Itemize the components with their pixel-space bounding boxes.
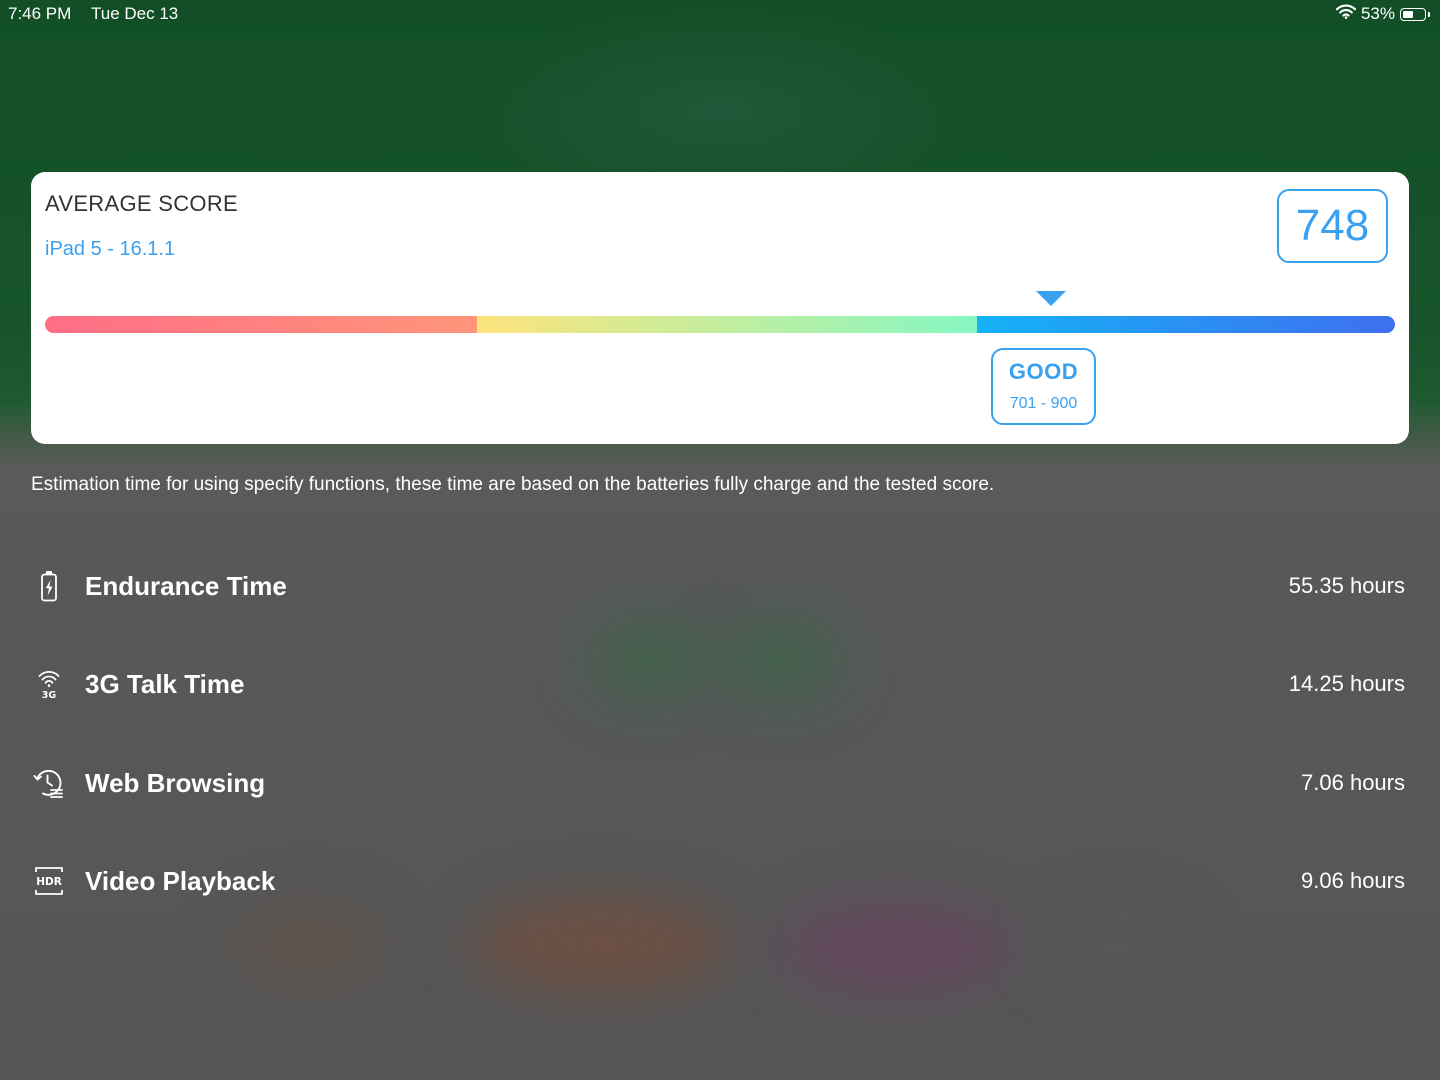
gauge-segment [45,316,477,333]
hdr-icon: HDR [31,863,67,899]
status-indicators: 53% [1335,4,1430,24]
metric-label: 3G Talk Time [85,669,245,699]
status-time: 7:46 PM [8,4,72,23]
metric-row-web-browsing[interactable]: Web Browsing 7.06 hours [31,765,1405,805]
status-date: Tue Dec 13 [91,4,179,23]
grade-range: 701 - 900 [1009,395,1078,412]
estimation-description: Estimation time for using specify functi… [31,474,995,495]
svg-text:HDR: HDR [36,876,62,888]
background [0,0,1440,1080]
svg-text:3G: 3G [42,690,57,701]
background-blur-blob [780,905,1010,990]
metric-value: 9.06 hours [1301,868,1405,893]
background-blur-blob [1040,910,1190,985]
metric-value: 14.25 hours [1288,671,1405,696]
score-badge: 748 [1277,189,1388,263]
metric-row-3g-talk[interactable]: 3G 3G Talk Time 14.25 hours [31,666,1405,706]
battery-fill [1403,10,1413,18]
card-title: AVERAGE SCORE [45,191,238,216]
grade-label: GOOD [1008,359,1079,384]
device-label: iPad 5 - 16.1.1 [45,238,176,260]
gauge-segment [976,316,1395,333]
metric-label: Endurance Time [85,571,287,601]
battery-charging-icon [31,568,67,604]
score-pointer-icon [1036,291,1067,306]
battery-percent: 53% [1360,4,1395,23]
status-bar: 7:46 PM Tue Dec 13 53% [0,0,1440,28]
metric-row-video-playback[interactable]: HDR Video Playback 9.06 hours [31,863,1405,903]
history-icon [31,765,67,801]
metric-label: Web Browsing [85,768,266,798]
metric-row-endurance[interactable]: Endurance Time 55.35 hours [31,568,1405,608]
metric-value: 7.06 hours [1301,770,1405,795]
background-blur-blob [230,905,390,985]
battery-icon [1400,7,1426,21]
grade-badge: GOOD 701 - 900 [991,348,1096,425]
wifi-icon [1335,4,1357,24]
metric-label: Video Playback [85,866,276,896]
background-blur-blob [470,900,730,990]
battery-cap [1428,11,1430,17]
gauge-segment [477,316,977,333]
3g-signal-icon: 3G [31,666,67,702]
metric-value: 55.35 hours [1288,573,1405,598]
score-gauge-bar [45,316,1395,333]
average-score-card: AVERAGE SCORE iPad 5 - 16.1.1 748 GOOD 7… [31,172,1409,444]
